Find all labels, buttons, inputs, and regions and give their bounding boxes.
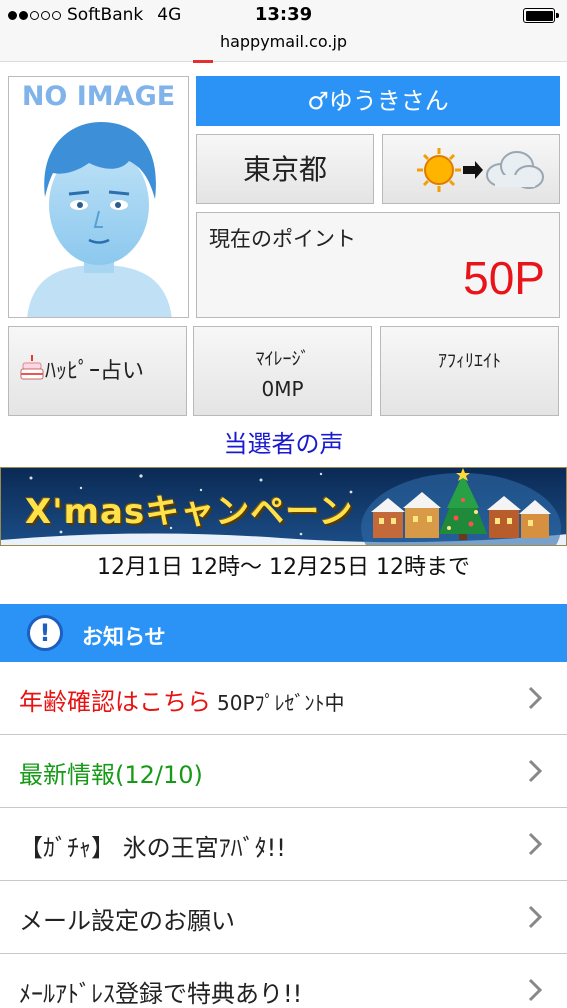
- cake-icon: [20, 355, 44, 380]
- notice-header: ! お知らせ: [0, 604, 567, 662]
- mileage-value: 0MP: [261, 377, 304, 401]
- affiliate-button[interactable]: ｱﾌｨﾘｴｲﾄ: [380, 326, 559, 416]
- points-label: 現在のポイント: [209, 227, 356, 251]
- list-item[interactable]: 【ｶﾞﾁｬ】 氷の王宮ｱﾊﾞﾀ!!: [0, 808, 567, 881]
- url-text: happymail.co.jp: [219, 32, 348, 51]
- points-value: 50P: [463, 252, 545, 304]
- list-item-label: メール設定のお願い: [19, 907, 235, 935]
- chevron-right-icon: [528, 759, 542, 783]
- battery-icon: [523, 8, 559, 23]
- username-bar[interactable]: ♂ゆうきさん: [196, 76, 560, 126]
- address-bar[interactable]: happymail.co.jp: [0, 30, 567, 62]
- clock: 13:39: [254, 4, 313, 25]
- page-load-indicator: [193, 60, 213, 63]
- prefecture-button[interactable]: 東京都: [196, 134, 374, 204]
- list-item[interactable]: 最新情報(12/10): [0, 735, 567, 808]
- happy-fortune-button[interactable]: ﾊｯﾋﾟｰ占い: [8, 326, 187, 416]
- notice-list: 年齢確認はこちら 50Pﾌﾟﾚｾﾞﾝﾄ中 最新情報(12/10) 【ｶﾞﾁｬ】 氷…: [0, 662, 567, 1008]
- chevron-right-icon: [528, 686, 542, 710]
- weather-button[interactable]: [382, 134, 560, 204]
- list-item-suffix: 50Pﾌﾟﾚｾﾞﾝﾄ中: [217, 691, 345, 715]
- xmas-campaign-banner[interactable]: X'masキャンペーン: [0, 467, 567, 546]
- winners-voice-link[interactable]: 当選者の声: [0, 424, 567, 459]
- status-bar: SoftBank 4G 13:39: [0, 0, 567, 30]
- list-item[interactable]: 年齢確認はこちら 50Pﾌﾟﾚｾﾞﾝﾄ中: [0, 662, 567, 735]
- list-item-label: 年齢確認はこちら: [19, 688, 211, 716]
- points-panel[interactable]: 現在のポイント 50P: [196, 212, 560, 318]
- list-item-label: 最新情報(12/10): [19, 761, 203, 789]
- profile-avatar[interactable]: NO IMAGE: [8, 76, 189, 318]
- list-item[interactable]: メール設定のお願い: [0, 881, 567, 954]
- mileage-label: ﾏｲﾚｰｼﾞ: [255, 349, 310, 370]
- mileage-button[interactable]: ﾏｲﾚｰｼﾞ 0MP: [193, 326, 372, 416]
- chevron-right-icon: [528, 905, 542, 929]
- chevron-right-icon: [528, 832, 542, 856]
- affiliate-label: ｱﾌｨﾘｴｲﾄ: [438, 351, 501, 372]
- list-item-label: 【ｶﾞﾁｬ】 氷の王宮ｱﾊﾞﾀ!!: [19, 834, 286, 862]
- happy-fortune-label: ﾊｯﾋﾟｰ占い: [45, 359, 145, 384]
- chevron-right-icon: [528, 978, 542, 1002]
- sun-to-cloud-icon: [417, 148, 544, 192]
- default-avatar-icon: [27, 122, 172, 317]
- exclamation-circle-icon: !: [27, 615, 63, 651]
- campaign-dates: 12月1日 12時〜 12月25日 12時まで: [97, 555, 470, 580]
- list-item[interactable]: ﾒｰﾙｱﾄﾞﾚｽ登録で特典あり!!: [0, 954, 567, 1008]
- campaign-title: X'masキャンペーン: [25, 492, 354, 532]
- list-item-label: ﾒｰﾙｱﾄﾞﾚｽ登録で特典あり!!: [19, 980, 303, 1008]
- notice-title: お知らせ: [82, 625, 166, 649]
